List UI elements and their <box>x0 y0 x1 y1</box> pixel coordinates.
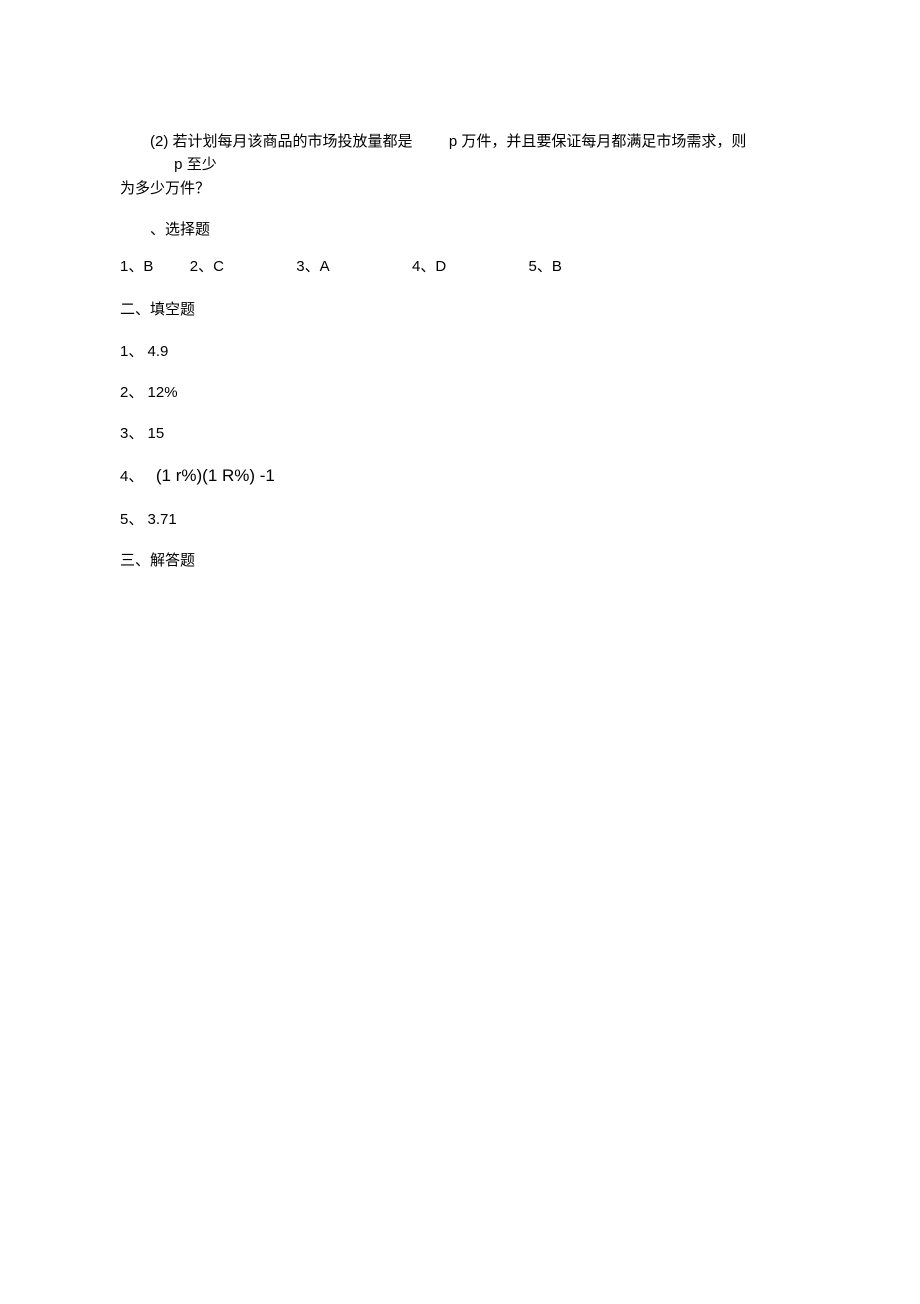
document-page: (2) 若计划每月该商品的市场投放量都是 p 万件，并且要保证每月都满足市场需求… <box>0 0 920 572</box>
mc-answer: 5、B <box>529 255 562 278</box>
question-text: 万件，并且要保证每月都满足市场需求，则 <box>461 133 746 150</box>
mc-answer: 4、D <box>412 255 446 278</box>
section-header-fill: 二、填空题 <box>120 298 800 321</box>
variable-p: p <box>449 133 457 150</box>
variable-p: p <box>174 156 182 173</box>
question-label: (2) <box>150 133 168 150</box>
section-header-solve: 三、解答题 <box>120 549 800 572</box>
question-text: 若计划每月该商品的市场投放量都是 <box>173 133 413 150</box>
mc-answer: 1、B <box>120 255 153 278</box>
question-2-line2: 为多少万件？ <box>120 177 800 200</box>
fill-answer: 4、 (1 r%)(1 R%) -1 <box>120 463 800 489</box>
mc-answer: 2、C <box>190 255 224 278</box>
section-header-mc: 、选择题 <box>120 218 800 241</box>
mc-answer-row: 1、B 2、C 3、A 4、D 5、B <box>120 255 800 278</box>
fill-answer: 3、 15 <box>120 422 800 445</box>
mc-answer: 3、A <box>296 255 329 278</box>
question-text: 至少 <box>187 156 217 173</box>
fill-answer: 1、 4.9 <box>120 340 800 363</box>
question-text: 为多少万件？ <box>120 180 210 197</box>
fill-answer: 5、 3.71 <box>120 508 800 531</box>
question-2-line1: (2) 若计划每月该商品的市场投放量都是 p 万件，并且要保证每月都满足市场需求… <box>120 130 800 177</box>
fill-answer: 2、 12% <box>120 381 800 404</box>
